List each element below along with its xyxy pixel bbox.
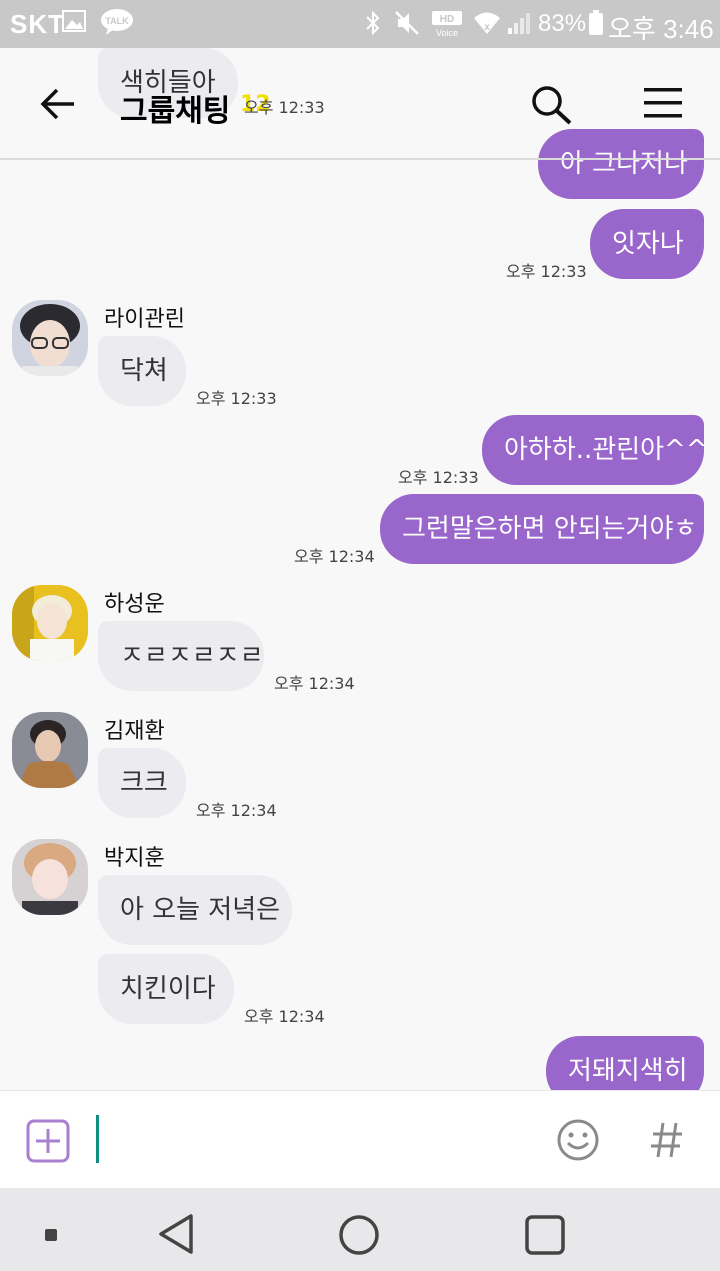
bluetooth-icon [366, 10, 380, 36]
message-timestamp: 오후 12:34 [244, 1007, 325, 1026]
message-timestamp: 오후 12:33 [506, 262, 587, 281]
battery-percentage: 83% [538, 10, 587, 37]
svg-text:TALK: TALK [105, 16, 129, 26]
profile-photo [12, 839, 88, 915]
profile-photo [12, 712, 88, 788]
hd-voice-icon: HD Voice [432, 11, 462, 38]
system-navigation-bar [0, 1188, 720, 1271]
message-timestamp: 오후 12:33 [398, 468, 479, 487]
message-timestamp: 오후 12:34 [274, 674, 355, 693]
svg-text:x: x [484, 22, 490, 33]
search-icon[interactable] [530, 84, 574, 126]
svg-text:Voice: Voice [436, 28, 458, 38]
battery-icon [589, 10, 603, 35]
plus-square-icon[interactable] [26, 1119, 70, 1163]
message-bubble[interactable]: ㅈㄹㅈㄹㅈㄹ [98, 621, 264, 691]
avatar[interactable] [12, 839, 88, 915]
chat-message-list[interactable]: 색히들아 아 그나저나 잇자나 오후 12:33 라이관린 닥쳐 오후 12:3… [0, 48, 720, 1090]
message-bubble[interactable]: 아 오늘 저녁은 [98, 875, 292, 945]
sender-name: 하성운 [104, 592, 165, 617]
hashtag-icon[interactable] [650, 1121, 684, 1159]
clock: 오후 3:46 [608, 14, 714, 44]
message-timestamp: 오후 12:33 [244, 98, 325, 117]
message-timestamp: 오후 12:34 [196, 801, 277, 820]
message-bubble[interactable]: 잇자나 [590, 209, 704, 279]
wifi-icon: x [474, 12, 500, 34]
message-timestamp: 오후 12:34 [294, 547, 375, 566]
home-circle-icon[interactable] [338, 1214, 380, 1256]
smiley-icon[interactable] [556, 1118, 600, 1162]
carrier-label: SKT [10, 9, 65, 39]
sender-name: 박지훈 [104, 846, 165, 871]
recents-square-icon[interactable] [524, 1214, 566, 1256]
avatar[interactable] [12, 300, 88, 376]
dot-icon[interactable] [44, 1228, 58, 1242]
chat-header: 그룹채팅 12 오후 12:33 [0, 48, 720, 160]
profile-photo [12, 300, 88, 376]
status-bar: SKT TALK HD Voice x 83% 오후 3:46 [0, 0, 720, 48]
message-bubble[interactable]: 치킨이다 [98, 954, 234, 1024]
message-bubble[interactable]: 그런말은하면 안되는거야ㅎ [380, 494, 704, 564]
message-bubble[interactable]: 아하하..관린아^^ [482, 415, 708, 485]
mute-icon [395, 11, 419, 35]
avatar[interactable] [12, 585, 88, 661]
chat-title: 그룹채팅 [120, 94, 231, 129]
profile-photo [12, 585, 88, 661]
message-composer [0, 1090, 720, 1188]
message-bubble[interactable]: 크크 [98, 748, 186, 818]
sender-name: 라이관린 [104, 307, 185, 332]
signal-icon [508, 13, 530, 34]
image-icon [62, 10, 86, 32]
svg-text:HD: HD [440, 14, 454, 25]
arrow-left-icon[interactable] [40, 88, 76, 120]
message-bubble[interactable]: 닥쳐 [98, 336, 186, 406]
talk-icon: TALK [101, 9, 133, 35]
message-bubble[interactable]: 저돼지색히 [546, 1036, 704, 1090]
back-triangle-icon[interactable] [156, 1212, 196, 1256]
avatar[interactable] [12, 712, 88, 788]
sender-name: 김재환 [104, 719, 165, 744]
message-timestamp: 오후 12:33 [196, 389, 277, 408]
message-input[interactable] [90, 1111, 530, 1167]
hamburger-menu-icon[interactable] [644, 86, 684, 120]
text-cursor [96, 1115, 99, 1163]
